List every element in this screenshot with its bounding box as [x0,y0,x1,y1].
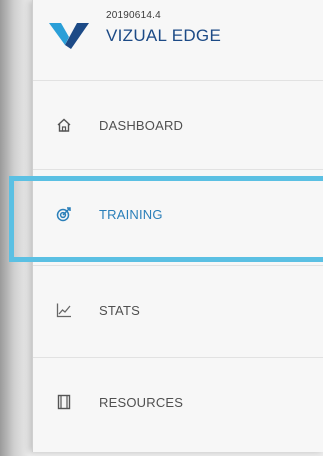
sidebar: 20190614.4 VIZUAL EDGE DASHBOARD TRAININ… [32,0,323,452]
version-label: 20190614.4 [106,10,161,21]
home-icon [56,117,72,133]
nav-label-resources: RESOURCES [99,394,184,410]
nav-label-stats: STATS [99,302,140,318]
nav-item-resources[interactable]: RESOURCES [33,358,323,446]
book-icon [56,394,72,410]
line-chart-icon [56,302,72,318]
nav-item-training[interactable]: TRAINING [33,170,323,258]
brand-name: VIZUAL EDGE [106,26,222,45]
vizual-edge-logo [49,23,89,49]
target-icon [56,206,72,222]
nav-label-training: TRAINING [99,206,163,222]
nav-label-dashboard: DASHBOARD [99,117,184,133]
nav-item-stats[interactable]: STATS [33,266,323,354]
sidebar-header: 20190614.4 VIZUAL EDGE [33,0,323,80]
nav-item-dashboard[interactable]: DASHBOARD [33,81,323,169]
